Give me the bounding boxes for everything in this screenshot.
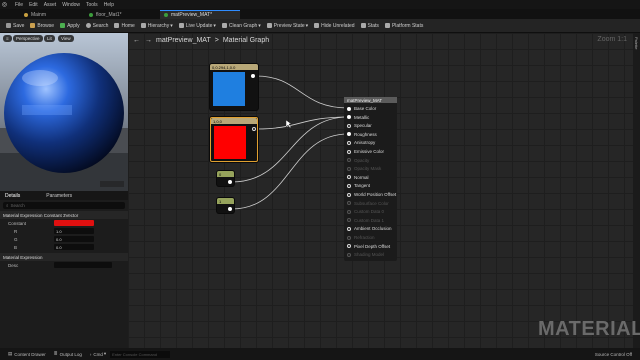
material-input-row[interactable]: World Position Offset — [344, 191, 396, 198]
input-label: Specular — [354, 123, 372, 129]
input-label: Normal — [354, 174, 369, 180]
input-pin[interactable] — [347, 192, 351, 197]
input-label: Opacity Mask — [354, 166, 382, 172]
input-pin[interactable] — [347, 218, 351, 223]
material-node-header: matPreview_MAT — [344, 97, 397, 103]
cmd-label: Cmd — [93, 351, 103, 357]
wire-basecolor — [255, 75, 349, 109]
mouse-cursor-icon — [286, 120, 292, 128]
material-input-row[interactable]: Shading Model — [344, 251, 384, 258]
color-preview-swatch — [214, 126, 246, 159]
input-label: Metallic — [354, 114, 370, 120]
status-bar: ▤ Content Drawer ≣ Output Log › Cmd ▾ Enter … — [0, 348, 640, 360]
node-title: 0,0.294,1,0.0 — [212, 64, 236, 70]
input-pin[interactable] — [347, 201, 351, 206]
material-input-row[interactable]: Ambient Occlusion — [344, 225, 392, 232]
input-label: Shading Model — [354, 252, 385, 258]
console-placeholder: Enter Console Command — [112, 351, 158, 357]
input-pin[interactable] — [347, 226, 351, 231]
input-pin[interactable] — [347, 115, 351, 120]
output-pin[interactable] — [228, 180, 232, 184]
input-label: Ambient Occlusion — [354, 226, 392, 232]
output-log-button[interactable]: ≣ Output Log — [54, 351, 82, 357]
input-pin[interactable] — [347, 183, 351, 188]
input-label: Emissive Color — [354, 149, 385, 154]
source-control-button[interactable]: Source Control Off — [595, 352, 632, 357]
content-drawer-label: Content Drawer — [14, 351, 46, 357]
input-pin[interactable] — [347, 132, 351, 137]
node-title: 1,0,0 — [213, 118, 222, 124]
input-pin[interactable] — [347, 252, 351, 257]
console-icon: › — [89, 351, 92, 357]
material-input-row[interactable]: Custom Data 1 — [344, 217, 384, 224]
input-label: Opacity — [354, 157, 370, 163]
input-label: Anisotropy — [354, 140, 376, 146]
watermark-text: MATERIAL — [538, 318, 640, 340]
output-pin[interactable] — [228, 207, 232, 211]
output-log-icon: ≣ — [53, 351, 58, 356]
material-input-row[interactable]: Roughness — [344, 131, 377, 138]
node-value: 0 — [219, 171, 222, 177]
material-input-row[interactable]: Specular — [344, 122, 372, 129]
material-input-row[interactable]: Opacity Mask — [344, 165, 381, 172]
input-pin[interactable] — [347, 175, 351, 180]
input-pin[interactable] — [347, 235, 351, 240]
input-label: Base Color — [354, 106, 377, 111]
input-pin[interactable] — [347, 158, 351, 163]
material-input-row[interactable]: Base Color — [344, 105, 376, 112]
content-drawer-button[interactable]: ▤ Content Drawer — [8, 351, 46, 357]
chevron-down-icon: ▾ — [103, 351, 107, 356]
console-command-input[interactable]: Enter Console Command — [110, 350, 171, 358]
color-preview-swatch — [213, 72, 245, 106]
node-value: 1 — [219, 198, 222, 204]
input-pin[interactable] — [347, 106, 351, 111]
material-input-row[interactable]: Custom Data 0 — [344, 208, 384, 215]
material-input-row[interactable]: Anisotropy — [344, 139, 375, 146]
graph-wires — [231, 75, 349, 210]
material-input-row[interactable]: Refraction — [344, 234, 375, 241]
output-log-label: Output Log — [59, 351, 82, 357]
material-input-row[interactable]: Emissive Color — [344, 148, 384, 155]
input-label: World Position Offset — [354, 192, 397, 197]
constant3vector-node-red[interactable]: 1,0,0 — [210, 117, 258, 162]
material-input-row[interactable]: Metallic — [344, 114, 369, 121]
input-pin[interactable] — [347, 123, 351, 128]
input-pin[interactable] — [347, 209, 351, 214]
output-pin[interactable] — [251, 74, 255, 78]
material-input-row[interactable]: Normal — [344, 174, 369, 181]
input-label: Custom Data 1 — [354, 217, 385, 223]
input-pin[interactable] — [347, 149, 351, 154]
node-header: 0 — [217, 171, 234, 177]
cmd-button[interactable]: › Cmd ▾ — [90, 351, 106, 357]
input-pin[interactable] — [347, 166, 351, 171]
material-node-title: matPreview_MAT — [347, 97, 383, 103]
constant-node-1[interactable]: 1 — [217, 198, 234, 213]
input-label: Subsurface Color — [354, 200, 389, 206]
material-input-row[interactable]: Pixel Depth Offset — [344, 243, 390, 250]
material-result-node[interactable]: matPreview_MAT Base Color Metallic Specula… — [344, 97, 397, 261]
material-input-row[interactable]: Subsurface Color — [344, 200, 389, 207]
node-header: 1,0,0 — [211, 118, 257, 124]
input-label: Custom Data 0 — [354, 209, 385, 215]
node-header: 0,0.294,1,0.0 — [210, 64, 258, 70]
content-drawer-icon: ▤ — [8, 351, 13, 356]
constant-node-0[interactable]: 0 — [217, 171, 234, 186]
input-label: Tangent — [354, 183, 371, 189]
input-pin[interactable] — [347, 140, 351, 145]
input-label: Refraction — [354, 235, 375, 240]
input-pin[interactable] — [347, 244, 351, 249]
input-label: Pixel Depth Offset — [354, 243, 391, 249]
constant3vector-node-blue[interactable]: 0,0.294,1,0.0 — [210, 64, 258, 110]
material-input-row[interactable]: Tangent — [344, 182, 370, 189]
node-header: 1 — [217, 198, 234, 204]
output-pin[interactable] — [252, 127, 256, 131]
source-control-label: Source Control Off — [594, 351, 632, 357]
input-label: Roughness — [354, 131, 377, 137]
material-input-row[interactable]: Opacity — [344, 157, 369, 164]
